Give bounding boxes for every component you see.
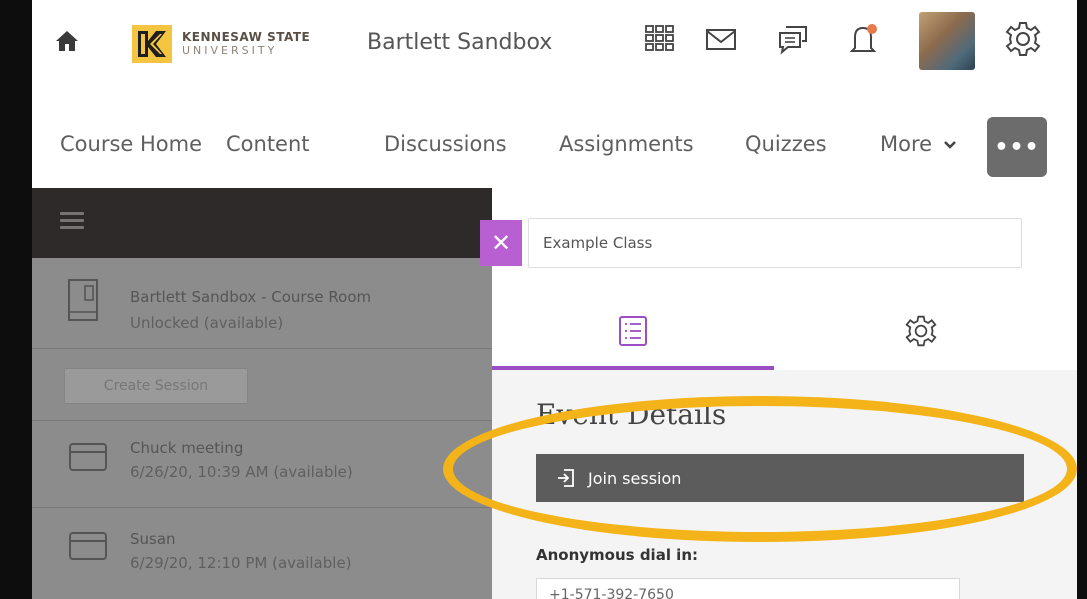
panel-tabs (492, 298, 1077, 371)
home-icon[interactable] (54, 28, 80, 54)
nav-assignments[interactable]: Assignments (559, 132, 694, 156)
screen: KENNESAW STATE UNIVERSITY Bartlett Sandb… (32, 0, 1077, 599)
list-item-session[interactable]: Chuck meeting 6/26/20, 10:39 AM (availab… (32, 420, 492, 508)
chevron-down-icon (943, 141, 956, 149)
sign-in-icon (558, 469, 574, 487)
session-title: Susan (130, 530, 176, 548)
menu-icon[interactable] (60, 212, 84, 229)
course-navbar: Course Home Content Discussions Assignme… (32, 92, 1077, 188)
join-session-label: Join session (588, 468, 682, 488)
session-status: 6/26/20, 10:39 AM (available) (130, 463, 353, 481)
list-item-course-room[interactable]: Bartlett Sandbox - Course Room Unlocked … (32, 258, 492, 349)
university-logo[interactable]: KENNESAW STATE UNIVERSITY (130, 14, 310, 74)
session-status: 6/29/20, 12:10 PM (available) (130, 554, 352, 572)
nav-course-home[interactable]: Course Home (60, 132, 202, 156)
list-item-session[interactable]: Susan 6/29/20, 12:10 PM (available) (32, 506, 492, 599)
room-status: Unlocked (available) (130, 314, 284, 332)
ksu-logo-mark (132, 25, 172, 63)
details-tab-icon[interactable] (616, 314, 650, 348)
chat-icon[interactable] (776, 22, 810, 56)
calendar-icon (69, 532, 107, 560)
create-session-button[interactable]: Create Session (64, 368, 248, 404)
nav-content[interactable]: Content (226, 132, 310, 156)
gear-icon[interactable] (1004, 20, 1042, 58)
mail-icon[interactable] (704, 22, 738, 56)
close-icon[interactable]: ✕ (480, 220, 522, 266)
top-navbar: KENNESAW STATE UNIVERSITY Bartlett Sandb… (32, 0, 1077, 92)
nav-discussions[interactable]: Discussions (384, 132, 507, 156)
nav-more-label: More (880, 132, 933, 156)
session-title: Chuck meeting (130, 439, 244, 457)
join-session-button[interactable]: Join session (536, 454, 1024, 502)
bell-icon[interactable] (846, 22, 880, 56)
event-details-panel: Example Class Event Details Join session… (492, 188, 1077, 599)
avatar[interactable] (919, 12, 975, 70)
apps-grid-icon[interactable] (642, 22, 676, 56)
more-menu-button[interactable]: ••• (987, 117, 1047, 177)
room-icon (68, 279, 98, 321)
nav-quizzes[interactable]: Quizzes (745, 132, 827, 156)
anonymous-dial-label: Anonymous dial in: (536, 546, 698, 564)
nav-more[interactable]: More (880, 132, 957, 156)
session-list-panel: Bartlett Sandbox - Course Room Unlocked … (32, 188, 492, 599)
phone-number-field[interactable]: +1-571-392-7650 (536, 578, 960, 599)
logo-line-1: KENNESAW STATE (182, 30, 311, 45)
class-name-field[interactable]: Example Class (528, 218, 1022, 268)
section-title: Event Details (536, 398, 727, 431)
room-title: Bartlett Sandbox - Course Room (130, 288, 372, 306)
org-name[interactable]: Bartlett Sandbox (367, 30, 552, 55)
panel-header (32, 188, 492, 258)
logo-line-2: UNIVERSITY (182, 43, 278, 57)
calendar-icon (69, 443, 107, 471)
settings-tab-icon[interactable] (904, 314, 938, 348)
